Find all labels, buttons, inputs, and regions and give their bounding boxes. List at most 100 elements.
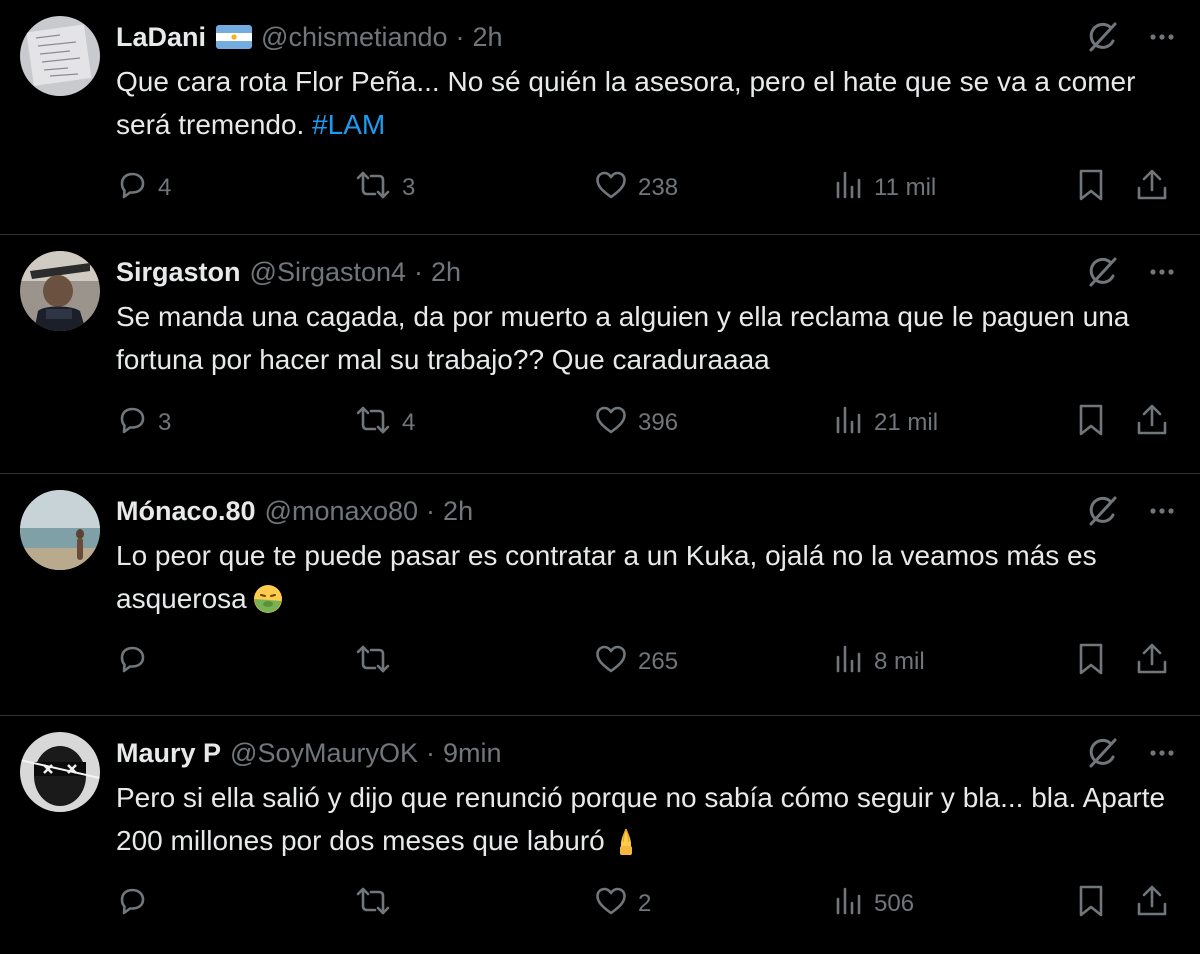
views-button[interactable]: 8 mil: [834, 642, 925, 682]
bookmark-button[interactable]: [1076, 403, 1106, 443]
avatar[interactable]: [20, 732, 100, 812]
avatar[interactable]: [20, 16, 100, 96]
user-handle[interactable]: @chismetiando: [261, 22, 448, 53]
grok-icon[interactable]: [1086, 20, 1120, 54]
timestamp[interactable]: 2h: [443, 496, 473, 527]
timeline: LaDani @chismetiando · 2h Que cara rota …: [0, 0, 1200, 954]
retweet-button[interactable]: 4: [354, 403, 415, 443]
bookmark-icon: [1076, 168, 1106, 209]
separator-dot: ·: [426, 495, 436, 526]
grok-icon[interactable]: [1086, 494, 1120, 528]
avatar[interactable]: [20, 251, 100, 331]
heart-icon: [594, 169, 628, 208]
more-icon[interactable]: [1150, 34, 1174, 40]
grok-icon[interactable]: [1086, 736, 1120, 770]
share-button[interactable]: [1136, 168, 1168, 208]
timestamp[interactable]: 2h: [473, 22, 503, 53]
user-handle[interactable]: @monaxo80: [265, 496, 419, 527]
bookmark-button[interactable]: [1076, 168, 1106, 208]
timestamp[interactable]: 2h: [431, 257, 461, 288]
more-icon[interactable]: [1150, 269, 1174, 275]
user-handle[interactable]: @SoyMauryOK: [230, 738, 418, 769]
tweet-text-content: Que cara rota Flor Peña... No sé quién l…: [116, 66, 1136, 140]
heart-icon: [594, 643, 628, 682]
display-name[interactable]: Mónaco.80: [116, 496, 256, 527]
timestamp[interactable]: 9min: [443, 738, 502, 769]
bookmark-icon: [1076, 884, 1106, 925]
hashtag-link[interactable]: #LAM: [312, 109, 385, 140]
bookmark-button[interactable]: [1076, 642, 1106, 682]
views-count: 11 mil: [874, 174, 937, 201]
tweet-text: Pero si ella salió y dijo que renunció p…: [116, 776, 1176, 862]
views-count: 21 mil: [874, 409, 939, 436]
views-button[interactable]: 21 mil: [834, 403, 938, 443]
tweet-actions: 3 4 396 21 mil: [116, 403, 1170, 443]
display-name[interactable]: Maury P: [116, 738, 221, 769]
views-icon: [834, 169, 864, 208]
reply-icon: [116, 404, 148, 443]
reply-button[interactable]: [116, 642, 158, 682]
like-button[interactable]: 265: [594, 642, 678, 682]
share-icon: [1136, 403, 1168, 444]
like-count: 265: [638, 648, 679, 675]
reply-button[interactable]: 4: [116, 168, 171, 208]
separator-dot: ·: [426, 737, 436, 768]
retweet-icon: [354, 885, 392, 924]
like-button[interactable]: 2: [594, 884, 651, 924]
tweet-actions: 4 3 238 11 mil: [116, 168, 1170, 208]
tweet-header: Maury P @SoyMauryOK · 9min: [116, 733, 502, 773]
grok-icon[interactable]: [1086, 255, 1120, 289]
views-icon: [834, 643, 864, 682]
share-button[interactable]: [1136, 642, 1168, 682]
tweet-header: LaDani @chismetiando · 2h: [116, 17, 503, 57]
reply-icon: [116, 169, 148, 208]
share-icon: [1136, 884, 1168, 925]
tweet-actions: 265 8 mil: [116, 642, 1170, 682]
more-icon[interactable]: [1150, 750, 1174, 756]
tweet[interactable]: Sirgaston @Sirgaston4 · 2h Se manda una …: [0, 235, 1200, 474]
tweet[interactable]: LaDani @chismetiando · 2h Que cara rota …: [0, 0, 1200, 235]
tweet-header: Mónaco.80 @monaxo80 · 2h: [116, 491, 473, 531]
views-icon: [834, 885, 864, 924]
avatar[interactable]: [20, 490, 100, 570]
views-button[interactable]: 506: [834, 884, 914, 924]
bookmark-icon: [1076, 642, 1106, 683]
separator-dot: ·: [414, 256, 424, 287]
bookmark-button[interactable]: [1076, 884, 1106, 924]
heart-icon: [594, 404, 628, 443]
tweet-header: Sirgaston @Sirgaston4 · 2h: [116, 252, 461, 292]
retweet-icon: [354, 643, 392, 682]
like-button[interactable]: 396: [594, 403, 678, 443]
reply-button[interactable]: 3: [116, 403, 171, 443]
retweet-button[interactable]: [354, 642, 402, 682]
user-handle[interactable]: @Sirgaston4: [250, 257, 407, 288]
retweet-icon: [354, 404, 392, 443]
share-button[interactable]: [1136, 403, 1168, 443]
nauseated-face-emoji-icon: [253, 583, 283, 613]
reply-icon: [116, 643, 148, 682]
retweet-button[interactable]: 3: [354, 168, 415, 208]
tweet-text: Se manda una cagada, da por muerto a alg…: [116, 295, 1176, 381]
tweet[interactable]: Mónaco.80 @monaxo80 · 2h Lo peor que te …: [0, 474, 1200, 716]
display-name[interactable]: Sirgaston: [116, 257, 241, 288]
heart-icon: [594, 885, 628, 924]
more-icon[interactable]: [1150, 508, 1174, 514]
like-count: 2: [638, 890, 652, 917]
like-button[interactable]: 238: [594, 168, 678, 208]
like-count: 238: [638, 174, 679, 201]
retweet-button[interactable]: [354, 884, 402, 924]
views-button[interactable]: 11 mil: [834, 168, 936, 208]
reply-icon: [116, 885, 148, 924]
views-count: 8 mil: [874, 648, 925, 675]
display-name[interactable]: LaDani: [116, 22, 206, 53]
retweet-count: 3: [402, 174, 416, 201]
views-count: 506: [874, 890, 915, 917]
retweet-count: 4: [402, 409, 416, 436]
share-button[interactable]: [1136, 884, 1168, 924]
tweet[interactable]: Maury P @SoyMauryOK · 9min Pero si ella …: [0, 716, 1200, 954]
tweet-text-content: Se manda una cagada, da por muerto a alg…: [116, 301, 1130, 375]
separator-dot: ·: [455, 21, 465, 52]
tweet-text: Lo peor que te puede pasar es contratar …: [116, 534, 1176, 620]
reply-button[interactable]: [116, 884, 158, 924]
tweet-text: Que cara rota Flor Peña... No sé quién l…: [116, 60, 1176, 146]
